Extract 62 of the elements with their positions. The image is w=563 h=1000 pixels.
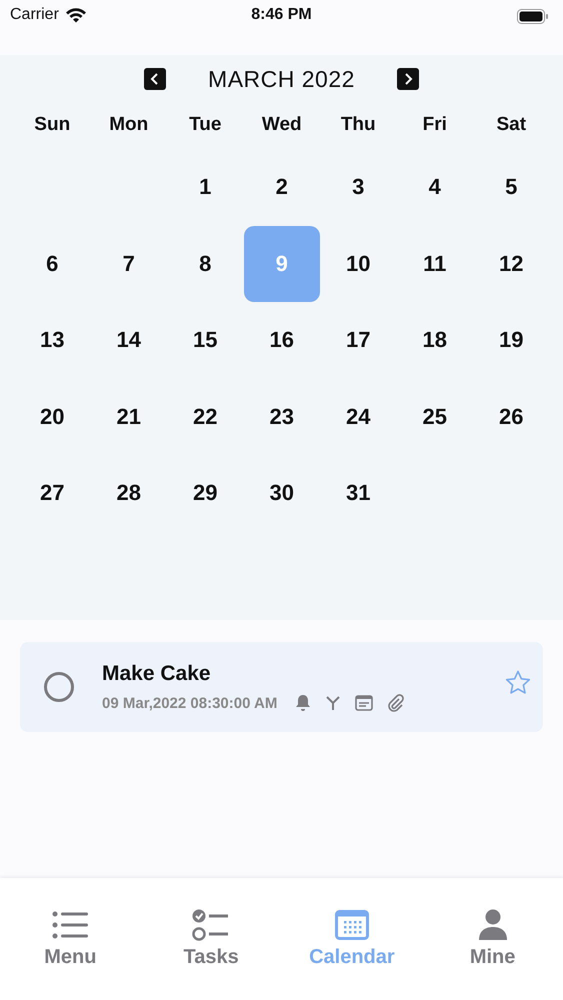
checklist-icon [192, 909, 230, 941]
calendar-day[interactable]: 5 [473, 149, 550, 226]
calendar-day[interactable]: 17 [320, 302, 396, 378]
tab-bar-item[interactable]: Menu [0, 878, 141, 970]
task-checkbox[interactable] [44, 672, 74, 702]
calendar-day[interactable]: 28 [90, 455, 167, 532]
weekday-label: Thu [340, 114, 376, 136]
chevron-right-icon [402, 73, 413, 85]
calendar-day[interactable]: 1 [167, 149, 244, 226]
task-title: Make Cake [102, 662, 212, 686]
calendar-icon [334, 910, 369, 940]
calendar-day[interactable]: 18 [396, 302, 473, 378]
weekday-label: Tue [189, 114, 222, 136]
calendar-day[interactable]: 10 [320, 226, 396, 302]
paperclip-icon [387, 694, 406, 712]
calendar-day[interactable]: 4 [396, 149, 473, 226]
carrier-label: Carrier [10, 6, 59, 24]
calendar-day[interactable]: 13 [14, 302, 90, 378]
battery-icon [517, 9, 549, 24]
calendar-day[interactable]: 2 [244, 149, 320, 226]
calendar-day[interactable]: 20 [14, 378, 90, 455]
calendar-day[interactable]: 7 [90, 226, 167, 302]
branch-icon [325, 695, 342, 711]
calendar-day[interactable]: 19 [473, 302, 550, 378]
calendar-day[interactable]: 23 [244, 378, 320, 455]
weekday-label: Sat [496, 114, 526, 136]
calendar-day[interactable]: 6 [14, 226, 90, 302]
task-card[interactable]: Make Cake 09 Mar,2022 08:30:00 AM [20, 642, 543, 732]
previous-month-button[interactable] [144, 68, 166, 90]
weekday-label: Sun [34, 114, 70, 136]
next-month-button[interactable] [396, 68, 419, 90]
calendar-day[interactable]: 22 [167, 378, 244, 455]
task-datetime: 09 Mar,2022 08:30:00 AM [102, 694, 278, 712]
weekday-label: Wed [262, 114, 302, 136]
calendar-day[interactable]: 12 [473, 226, 550, 302]
weekday-label: Fri [422, 114, 447, 136]
tab-bar-item[interactable]: Mine [422, 878, 563, 970]
note-icon [355, 695, 374, 711]
calendar-day[interactable]: 16 [244, 302, 320, 378]
calendar-day[interactable]: 8 [167, 226, 244, 302]
month-title: MARCH 2022 [208, 66, 355, 92]
calendar-day[interactable]: 21 [90, 378, 167, 455]
calendar-day[interactable]: 15 [167, 302, 244, 378]
tab-bar-item[interactable]: Tasks [140, 878, 282, 970]
calendar-day[interactable]: 30 [244, 455, 320, 532]
calendar-day[interactable]: 3 [320, 149, 396, 226]
calendar-day[interactable]: 24 [320, 378, 396, 455]
calendar-day[interactable]: 11 [396, 226, 473, 302]
wifi-icon [64, 7, 87, 23]
weekday-label: Mon [109, 114, 148, 136]
status-time: 8:46 PM [251, 6, 312, 24]
person-icon [478, 909, 508, 941]
calendar-day[interactable]: 26 [473, 378, 550, 455]
bell-icon [295, 694, 312, 712]
calendar-day[interactable]: 14 [90, 302, 167, 378]
star-icon[interactable] [505, 670, 531, 695]
calendar-day[interactable]: 31 [320, 455, 396, 532]
calendar-day[interactable]: 25 [396, 378, 473, 455]
calendar-day[interactable]: 29 [167, 455, 244, 532]
chevron-left-icon [150, 73, 160, 85]
calendar-day[interactable]: 27 [14, 455, 90, 532]
menu-icon [52, 910, 88, 940]
